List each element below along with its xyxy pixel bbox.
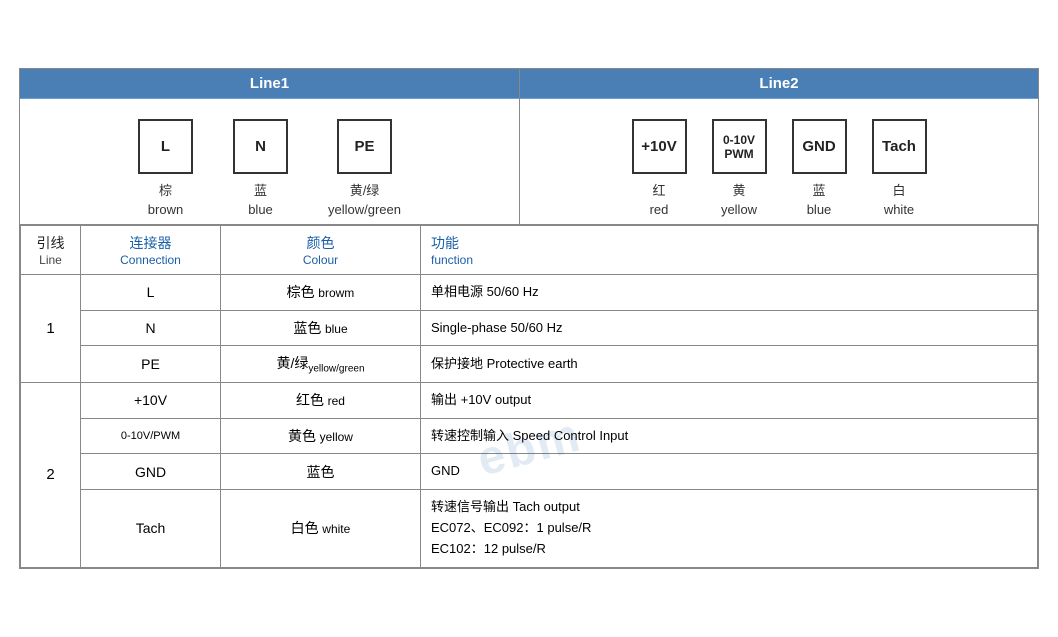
label-cn-PWM: 黄 [732,183,745,198]
line-num-1: 1 [21,274,81,382]
connector-Tach: Tach 白 white [872,119,927,218]
line2-header: Line2 [520,69,1038,99]
colour-Tach: 白色 white [221,490,421,567]
connector-PE: PE 黄/绿 yellow/green [328,119,401,218]
connection-10V: +10V [81,382,221,418]
label-en-10V: red [650,202,669,217]
label-cn-PE: 黄/绿 [350,183,380,198]
th-connection-cn: 连接器 [91,233,210,253]
connector-box-PWM: 0-10VPWM [712,119,767,174]
connector-GND: GND 蓝 blue [792,119,847,218]
main-container: Line1 L 棕 brown N 蓝 blue [19,68,1039,568]
line1-header: Line1 [20,69,519,99]
connector-box-PE: PE [337,119,392,174]
label-en-L: brown [148,202,183,217]
label-cn-N: 蓝 [254,183,267,198]
table-row: Tach 白色 white 转速信号输出 Tach output EC072、E… [21,490,1038,567]
connector-L: L 棕 brown [138,119,193,218]
th-line-cn: 引线 [31,233,70,253]
connector-label-10V: 红 red [650,182,669,218]
connector-N: N 蓝 blue [233,119,288,218]
connection-L: L [81,274,221,310]
colour-PE: 黄/绿yellow/green [221,346,421,382]
connection-PWM: 0-10V/PWM [81,418,221,454]
connection-N: N [81,310,221,346]
connector-box-N: N [233,119,288,174]
function-10V: 输出 +10V output [421,382,1038,418]
colour-L: 棕色 browm [221,274,421,310]
function-GND: GND [421,454,1038,490]
function-PE: 保护接地 Protective earth [421,346,1038,382]
th-line-en: Line [31,253,70,267]
connector-box-L: L [138,119,193,174]
connector-box-Tach: Tach [872,119,927,174]
line-num-2: 2 [21,382,81,567]
connector-label-L: 棕 brown [148,182,183,218]
table-row: 0-10V/PWM 黄色 yellow 转速控制输入 Speed Control… [21,418,1038,454]
th-connection-en: Connection [91,253,210,267]
table-row: GND 蓝色 GND [21,454,1038,490]
th-line: 引线 Line [21,225,81,274]
label-en-PWM: yellow [721,202,757,217]
table-row: 1 L 棕色 browm 单相电源 50/60 Hz [21,274,1038,310]
connector-label-GND: 蓝 blue [807,182,832,218]
label-cn-Tach: 白 [892,183,905,198]
table-header-row: 引线 Line 连接器 Connection 颜色 Colour 功能 func… [21,225,1038,274]
line1-connectors-row: L 棕 brown N 蓝 blue PE [20,99,519,223]
function-PWM: 转速控制输入 Speed Control Input [421,418,1038,454]
connector-10V: +10V 红 red [632,119,687,218]
function-N: Single-phase 50/60 Hz [421,310,1038,346]
table-row: N 蓝色 blue Single-phase 50/60 Hz [21,310,1038,346]
th-colour-cn: 颜色 [231,233,410,253]
connector-box-10V: +10V [632,119,687,174]
header-section: Line1 L 棕 brown N 蓝 blue [20,69,1038,224]
th-connection: 连接器 Connection [81,225,221,274]
connector-PWM: 0-10VPWM 黄 yellow [712,119,767,218]
colour-10V: 红色 red [221,382,421,418]
line2-section: Line2 +10V 红 red 0-10VPWM 黄 yellow [520,69,1038,223]
table-section: 引线 Line 连接器 Connection 颜色 Colour 功能 func… [20,225,1038,568]
label-en-Tach: white [884,202,914,217]
table-row: 2 +10V 红色 red 输出 +10V output [21,382,1038,418]
label-en-PE: yellow/green [328,202,401,217]
label-en-N: blue [248,202,273,217]
th-function: 功能 function [421,225,1038,274]
line2-connectors-row: +10V 红 red 0-10VPWM 黄 yellow GND [520,99,1038,223]
th-colour-en: Colour [231,253,410,267]
connector-label-PE: 黄/绿 yellow/green [328,182,401,218]
connector-label-PWM: 黄 yellow [721,182,757,218]
th-colour: 颜色 Colour [221,225,421,274]
th-function-cn: 功能 [431,233,1027,253]
colour-PWM: 黄色 yellow [221,418,421,454]
label-cn-L: 棕 [159,183,172,198]
colour-GND: 蓝色 [221,454,421,490]
label-cn-GND: 蓝 [812,183,825,198]
label-en-GND: blue [807,202,832,217]
connector-label-Tach: 白 white [884,182,914,218]
line1-section: Line1 L 棕 brown N 蓝 blue [20,69,520,223]
function-Tach: 转速信号输出 Tach output EC072、EC092：1 pulse/R… [421,490,1038,567]
connection-Tach: Tach [81,490,221,567]
line2-title: Line2 [759,75,798,92]
line1-title: Line1 [250,75,289,92]
connection-PE: PE [81,346,221,382]
colour-N: 蓝色 blue [221,310,421,346]
table-row: PE 黄/绿yellow/green 保护接地 Protective earth [21,346,1038,382]
function-L: 单相电源 50/60 Hz [421,274,1038,310]
label-cn-10V: 红 [652,183,665,198]
th-function-en: function [431,253,1027,267]
wiring-table: 引线 Line 连接器 Connection 颜色 Colour 功能 func… [20,225,1038,568]
connector-label-N: 蓝 blue [248,182,273,218]
connector-box-GND: GND [792,119,847,174]
connection-GND: GND [81,454,221,490]
